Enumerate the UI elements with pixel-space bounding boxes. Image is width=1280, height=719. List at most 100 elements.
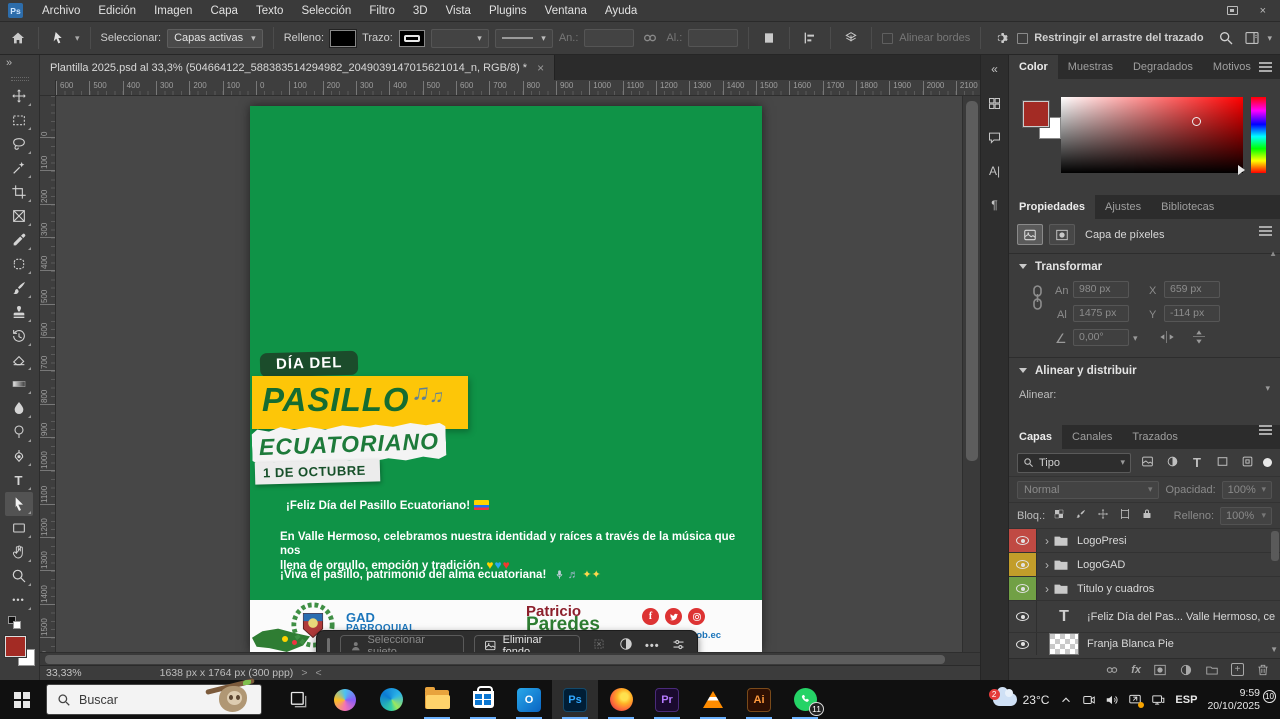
- menu-vista[interactable]: Vista: [437, 5, 480, 17]
- taskbar-app-premiere[interactable]: Pr: [644, 680, 690, 719]
- menu-imagen[interactable]: Imagen: [145, 5, 201, 17]
- taskbar-app-explorer[interactable]: [414, 680, 460, 719]
- layer-styles-icon[interactable]: fx: [1131, 664, 1141, 676]
- fill-swatch[interactable]: [330, 30, 356, 47]
- foreground-background-swatches[interactable]: [5, 636, 35, 666]
- flip-vertical-icon[interactable]: [1191, 329, 1207, 348]
- taskbar-app-photoshop[interactable]: Ps: [552, 680, 598, 719]
- default-swap-colors-icon[interactable]: [5, 614, 31, 632]
- filter-type-layers-icon[interactable]: T: [1188, 455, 1206, 470]
- menu-plugins[interactable]: Plugins: [480, 5, 536, 17]
- align-section-header[interactable]: Alinear y distribuir: [1019, 365, 1137, 377]
- blend-mode-dropdown[interactable]: Normal▾: [1017, 481, 1159, 499]
- language-indicator[interactable]: ESP: [1175, 694, 1197, 706]
- taskbar-app-whatsapp[interactable]: 11: [782, 680, 828, 719]
- hand-tool[interactable]: [5, 540, 33, 564]
- pixel-layer-icon[interactable]: [1017, 224, 1043, 245]
- height-input[interactable]: [688, 29, 738, 47]
- layer-row-5[interactable]: Franja Blanca Pie: [1009, 633, 1280, 655]
- layer-filter-dropdown[interactable]: Tipo▾: [1017, 453, 1131, 473]
- layer-row-4[interactable]: T¡Feliz Día del Pas... Valle Hermoso, ce: [1009, 601, 1280, 633]
- color-tab-motivos[interactable]: Motivos: [1203, 55, 1261, 79]
- quick-select-tool[interactable]: [5, 156, 33, 180]
- marquee-tool[interactable]: [5, 108, 33, 132]
- layers-scrollbar-thumb[interactable]: [1271, 531, 1279, 561]
- remove-background-button[interactable]: Eliminar fondo: [474, 635, 580, 652]
- color-tab-degradados[interactable]: Degradados: [1123, 55, 1203, 79]
- horizontal-scrollbar-thumb[interactable]: [45, 655, 945, 664]
- vertical-ruler[interactable]: 0100200300400500600700800900100011001200…: [40, 96, 56, 652]
- delete-layer-icon[interactable]: [1256, 663, 1270, 677]
- stroke-type-dropdown[interactable]: ▾: [495, 29, 553, 48]
- gradient-tool[interactable]: [5, 372, 33, 396]
- chevron-up-icon[interactable]: [1059, 693, 1073, 707]
- color-panel-menu-icon[interactable]: [1259, 62, 1272, 72]
- width-input[interactable]: [584, 29, 634, 47]
- horizontal-ruler[interactable]: 6005004003002001000100200300400500600700…: [56, 80, 980, 96]
- path-select-tool[interactable]: [5, 492, 33, 516]
- properties-sliders-icon[interactable]: [670, 637, 687, 653]
- opacity-field[interactable]: 100%▾: [1222, 481, 1272, 499]
- layer-visibility-eye-icon[interactable]: [1009, 601, 1037, 632]
- adjustments-icon[interactable]: [618, 637, 635, 652]
- link-dimensions-icon[interactable]: [1031, 285, 1044, 311]
- menu-capa[interactable]: Capa: [201, 5, 247, 17]
- add-mask-icon[interactable]: [1153, 663, 1167, 677]
- layer-visibility-eye-icon[interactable]: [1009, 553, 1037, 576]
- panel-icon-glyphs[interactable]: [984, 93, 1006, 113]
- zoom-level[interactable]: 33,33%: [46, 667, 82, 679]
- document-tab-close-icon[interactable]: ×: [537, 61, 544, 75]
- more-options-icon[interactable]: •••: [645, 640, 660, 652]
- document-tab[interactable]: Plantilla 2025.psd al 33,3% (504664122_5…: [40, 55, 555, 80]
- panel-icon-paragraph[interactable]: ¶: [984, 195, 1006, 215]
- new-layer-icon[interactable]: +: [1231, 663, 1244, 676]
- path-operations-icon[interactable]: [759, 29, 779, 47]
- hue-slider[interactable]: [1251, 97, 1266, 173]
- panel-icon-character[interactable]: A|: [984, 161, 1006, 181]
- frame-tool[interactable]: [5, 204, 33, 228]
- link-dimensions-icon[interactable]: [640, 29, 660, 47]
- hue-slider-marker[interactable]: [1238, 165, 1250, 175]
- start-button[interactable]: [0, 680, 44, 719]
- props-tab-propiedades[interactable]: Propiedades: [1009, 195, 1095, 219]
- menu-3d[interactable]: 3D: [404, 5, 437, 17]
- alinear-bordes-checkbox[interactable]: [882, 33, 893, 44]
- align-caret[interactable]: ▾: [1265, 383, 1270, 394]
- transform-section-header[interactable]: Transformar: [1019, 261, 1102, 273]
- y-field[interactable]: -114 px: [1164, 305, 1220, 322]
- layer-visibility-eye-icon[interactable]: [1009, 529, 1037, 552]
- speaker-icon[interactable]: [1105, 693, 1119, 707]
- screen-share-icon[interactable]: [1128, 693, 1142, 707]
- brush-tool[interactable]: [5, 276, 33, 300]
- props-tab-ajustes[interactable]: Ajustes: [1095, 195, 1151, 219]
- taskbar-app-firefox[interactable]: [598, 680, 644, 719]
- menu-archivo[interactable]: Archivo: [33, 5, 89, 17]
- zoom-tool[interactable]: [5, 564, 33, 588]
- lock-all-icon[interactable]: [1139, 508, 1155, 523]
- layers-tab-canales[interactable]: Canales: [1062, 425, 1122, 449]
- panel-icon-comments[interactable]: [984, 127, 1006, 147]
- dodge-tool[interactable]: [5, 420, 33, 444]
- menu-ayuda[interactable]: Ayuda: [596, 5, 646, 17]
- vertical-scrollbar[interactable]: [962, 96, 980, 652]
- taskbar-search[interactable]: Buscar: [46, 684, 262, 715]
- lock-transparency-icon[interactable]: [1051, 508, 1067, 523]
- layer-visibility-eye-icon[interactable]: [1009, 577, 1037, 600]
- new-adjustment-layer-icon[interactable]: [1179, 663, 1193, 677]
- status-prev-icon[interactable]: <: [315, 667, 321, 679]
- pen-tool[interactable]: [5, 444, 33, 468]
- path-alignment-icon[interactable]: [800, 29, 820, 47]
- clone-stamp-tool[interactable]: [5, 300, 33, 324]
- menu-ventana[interactable]: Ventana: [536, 5, 596, 17]
- seleccionar-dropdown[interactable]: Capas activas▾: [167, 29, 263, 48]
- context-bar-drag-handle[interactable]: [327, 638, 330, 653]
- taskbar-app-edge[interactable]: [368, 680, 414, 719]
- filter-adjustment-layers-icon[interactable]: [1163, 455, 1181, 471]
- x-field[interactable]: 659 px: [1164, 281, 1220, 298]
- props-tab-bibliotecas[interactable]: Bibliotecas: [1151, 195, 1224, 219]
- type-tool[interactable]: T: [5, 468, 33, 492]
- weather-widget[interactable]: 2 23°C: [989, 693, 1050, 707]
- color-cursor[interactable]: [1192, 117, 1201, 126]
- saturation-field[interactable]: [1061, 97, 1243, 173]
- layers-scroll-down-icon[interactable]: ▼: [1270, 645, 1278, 654]
